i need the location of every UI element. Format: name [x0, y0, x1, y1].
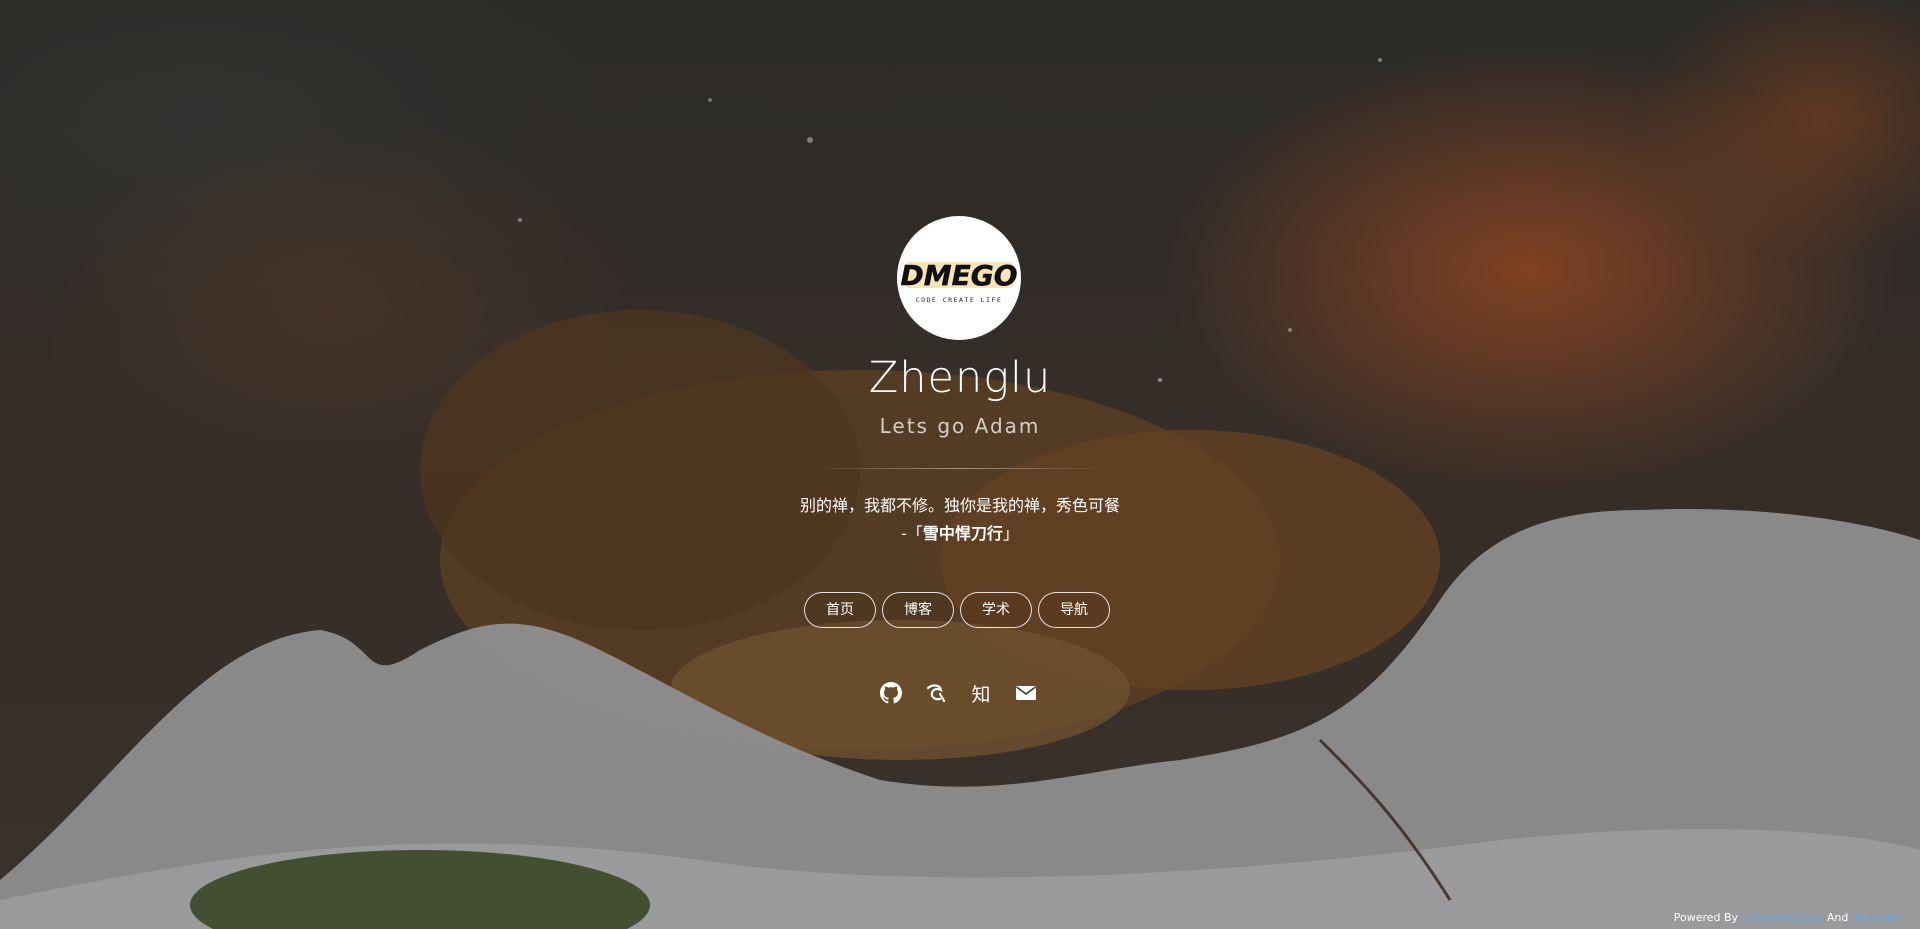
footer-and: And: [1823, 911, 1852, 924]
mail-icon: [1016, 686, 1036, 700]
mail-link[interactable]: [1013, 680, 1039, 706]
logo-text: DMEGO: [900, 259, 1017, 292]
nav-academic-button[interactable]: 学术: [960, 592, 1032, 628]
avatar[interactable]: DMEGO CODE CREATE LIFE: [897, 216, 1021, 340]
logo-tagline: CODE CREATE LIFE: [916, 296, 1003, 304]
github-actions-link[interactable]: GitHub Actions: [1742, 911, 1824, 924]
footer-powered-by: Powered By: [1673, 911, 1742, 924]
profile-name: Zhenglu: [868, 353, 1052, 403]
csdn-icon: [926, 684, 946, 703]
csdn-link[interactable]: [923, 680, 949, 706]
quote-source-title: 雪中悍刀行: [922, 524, 1003, 543]
github-link[interactable]: [878, 680, 904, 706]
nav-blog-button[interactable]: 博客: [882, 592, 954, 628]
github-icon: [880, 682, 902, 704]
page: DMEGO CODE CREATE LIFE Zhenglu Lets go A…: [0, 0, 1920, 929]
profile-subtitle: Lets go Adam: [879, 414, 1041, 438]
hitokoto-link[interactable]: Hitokoto: [1852, 911, 1898, 924]
quote-prefix: -「: [901, 524, 923, 543]
nav-buttons: 首页 博客 学术 导航: [804, 592, 1110, 628]
quote-text[interactable]: 别的禅，我都不修。独你是我的禅，秀色可餐: [0, 492, 1920, 516]
social-links: 知: [878, 680, 1039, 706]
nav-navigation-button[interactable]: 导航: [1038, 592, 1110, 628]
zhihu-link[interactable]: 知: [968, 680, 994, 706]
nav-home-button[interactable]: 首页: [804, 592, 876, 628]
profile-card: DMEGO CODE CREATE LIFE Zhenglu Lets go A…: [0, 0, 1920, 929]
dmego-logo: DMEGO CODE CREATE LIFE: [900, 259, 1018, 304]
footer: Powered By GitHub Actions And Hitokoto: [1674, 911, 1898, 924]
quote-suffix: 」: [1002, 524, 1019, 543]
quote-source: -「雪中悍刀行」: [0, 520, 1920, 544]
divider: [810, 468, 1110, 469]
zhihu-icon: 知: [971, 683, 991, 706]
